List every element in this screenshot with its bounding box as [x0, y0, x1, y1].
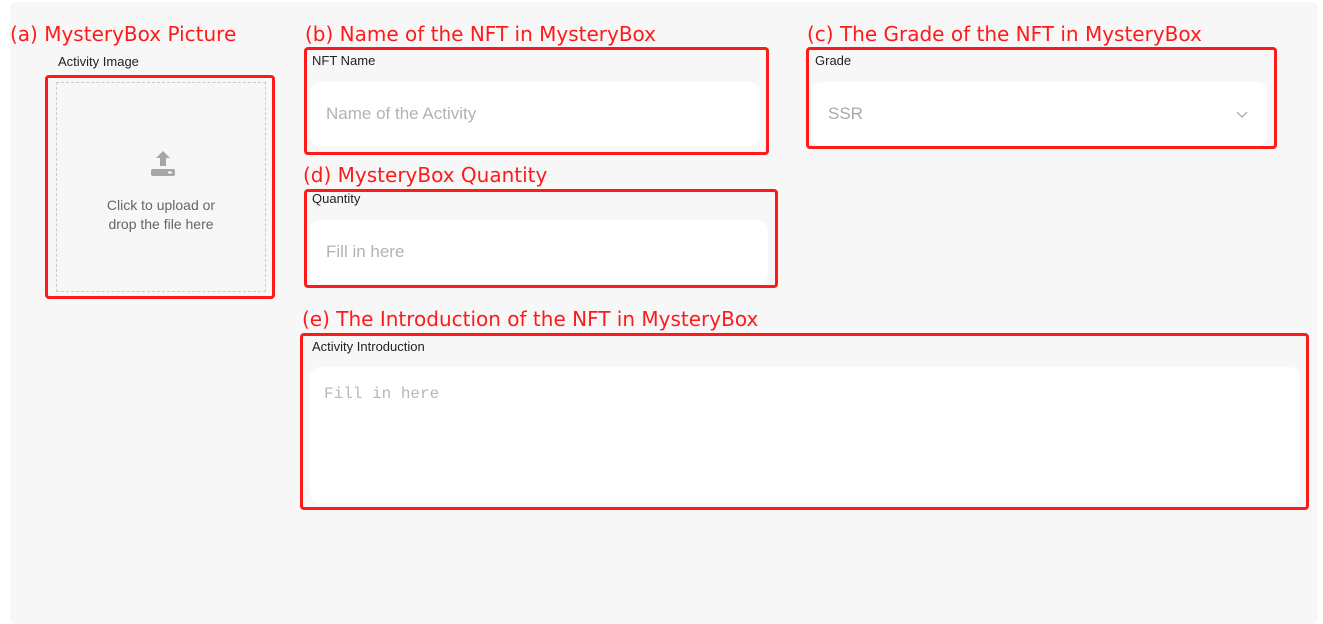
- nft-name-label: NFT Name: [312, 53, 376, 68]
- image-upload-dropzone[interactable]: Click to upload or drop the file here: [56, 82, 266, 292]
- chevron-down-icon: [1236, 111, 1248, 118]
- introduction-textarea[interactable]: Fill in here: [310, 367, 1300, 503]
- upload-hint-line2: drop the file here: [108, 216, 214, 232]
- quantity-label: Quantity: [312, 191, 361, 206]
- annotation-a: (a) MysteryBox Picture: [10, 22, 237, 46]
- grade-selected-value: SSR: [828, 104, 863, 123]
- annotation-d: (d) MysteryBox Quantity: [303, 163, 548, 187]
- upload-icon: [151, 151, 175, 176]
- activity-image-label: Activity Image: [58, 54, 139, 69]
- grade-label: Grade: [815, 53, 852, 68]
- upload-hint-line1: Click to upload or: [106, 197, 216, 213]
- quantity-input[interactable]: Fill in here: [310, 220, 768, 284]
- nft-name-input[interactable]: Name of the Activity: [310, 82, 760, 146]
- annotation-b: (b) Name of the NFT in MysteryBox: [305, 22, 657, 46]
- introduction-label: Activity Introduction: [312, 339, 425, 354]
- annotation-c: (c) The Grade of the NFT in MysteryBox: [807, 22, 1202, 46]
- annotation-e: (e) The Introduction of the NFT in Myste…: [302, 307, 759, 331]
- grade-select[interactable]: SSR: [812, 82, 1267, 146]
